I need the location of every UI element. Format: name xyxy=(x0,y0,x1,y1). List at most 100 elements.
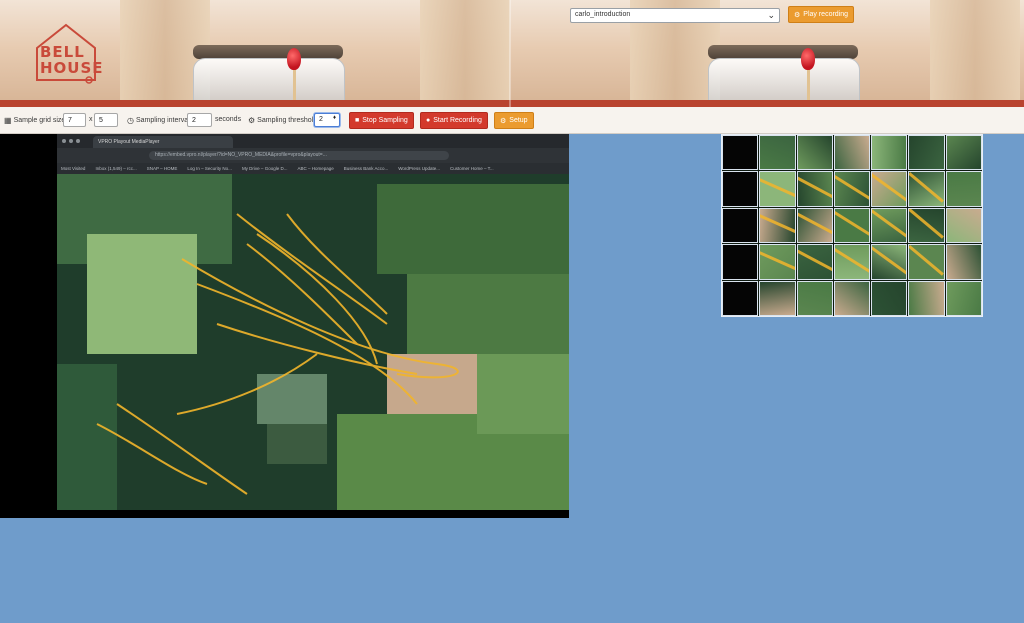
trail-stroke xyxy=(797,248,832,272)
sample-cell xyxy=(796,207,833,244)
gear-icon: ⚙ xyxy=(794,11,801,19)
header-banner: BELL HOUSE carlo_introduction ⌄ ⚙ Play r… xyxy=(0,0,1024,108)
stop-sampling-label: Stop Sampling xyxy=(362,117,408,124)
jar-lid xyxy=(708,45,858,59)
sample-cell xyxy=(759,280,796,316)
banner-shelf xyxy=(930,0,1020,107)
interval-label: Sampling interval xyxy=(135,117,190,124)
clock-icon: ◷ xyxy=(127,116,134,125)
grid-size-label: Sample grid size xyxy=(13,117,66,124)
grid-icon: ▦ xyxy=(4,116,12,125)
banner-divider xyxy=(509,0,511,107)
threshold-label: Sampling threshold xyxy=(257,117,318,124)
sample-cell xyxy=(759,207,796,244)
bookmark-item: Business Bank Acco... xyxy=(343,166,389,171)
sample-cell xyxy=(722,207,759,244)
trail-stroke xyxy=(760,176,795,198)
close-dot-icon xyxy=(62,139,66,143)
start-recording-button[interactable]: ● Start Recording xyxy=(420,112,488,129)
trail-stroke xyxy=(834,210,870,237)
sample-cell xyxy=(796,244,833,280)
sample-cell xyxy=(759,244,796,280)
gear-icon: ⚙ xyxy=(500,117,507,125)
banner-shelf xyxy=(420,0,510,107)
recording-select[interactable]: carlo_introduction ⌄ xyxy=(570,8,780,23)
sample-cell xyxy=(908,135,945,171)
logo-text-house: HOUSE xyxy=(40,59,104,77)
recording-select-value: carlo_introduction xyxy=(575,11,631,18)
record-icon: ● xyxy=(426,117,431,124)
play-recording-button[interactable]: ⚙ Play recording xyxy=(788,6,855,23)
threshold-label-group: ⚙ Sampling threshold xyxy=(248,116,317,125)
stepper-arrows-icon[interactable]: ♦ xyxy=(333,115,336,121)
sample-cell xyxy=(871,135,908,171)
trail-stroke xyxy=(872,209,907,238)
sample-cell xyxy=(945,207,982,244)
sample-cell xyxy=(833,207,871,244)
interval-input[interactable] xyxy=(187,113,212,127)
bookmark-item: ABC – Homepage xyxy=(297,166,334,171)
threshold-stepper[interactable]: 2 ♦ xyxy=(314,113,340,127)
sample-cell xyxy=(722,244,759,280)
trail-stroke xyxy=(834,247,870,274)
trail-stroke xyxy=(760,213,795,235)
sample-cell xyxy=(908,244,945,280)
sampling-toolbar: ▦ Sample grid size x ◷ Sampling interval… xyxy=(0,107,1024,134)
trail-stroke xyxy=(872,173,907,202)
sample-cell xyxy=(945,171,982,207)
trail-stroke xyxy=(909,208,944,240)
browser-tab-bar: VPRO Playout MediaPlayer xyxy=(57,134,569,148)
stop-sampling-button[interactable]: ■ Stop Sampling xyxy=(349,112,414,129)
sample-cell xyxy=(833,135,871,171)
aerial-map xyxy=(57,174,569,510)
trail-stroke xyxy=(909,245,944,276)
trail-stroke xyxy=(797,175,832,199)
bookmark-item: Inbox (1,549) – rcc... xyxy=(95,166,137,171)
sample-cell xyxy=(871,207,908,244)
setup-label: Setup xyxy=(509,117,528,124)
captured-browser-window: VPRO Playout MediaPlayer https://embed.v… xyxy=(57,134,569,510)
minimize-dot-icon xyxy=(69,139,73,143)
jar-lid xyxy=(193,45,343,59)
bookmark-item: Customer Home – T... xyxy=(449,166,494,171)
sample-cell xyxy=(833,171,871,207)
grid-size-label-group: ▦ Sample grid size xyxy=(4,116,65,125)
sample-cell xyxy=(871,244,908,280)
interval-unit: seconds xyxy=(215,116,242,123)
trail-stroke xyxy=(872,245,907,275)
browser-url: https://embed.vpro.nl/player/?id=NO_VPRO… xyxy=(149,151,449,160)
bookmark-item: My Drive – Google D... xyxy=(241,166,288,171)
sample-cell xyxy=(759,135,796,171)
interval-label-group: ◷ Sampling interval xyxy=(127,116,190,125)
sample-cell xyxy=(722,280,759,316)
match-head xyxy=(801,48,815,70)
sample-cell xyxy=(833,280,871,316)
sample-cell xyxy=(833,244,871,280)
sample-cell xyxy=(796,135,833,171)
gear-icon: ⚙ xyxy=(248,116,256,125)
grid-cols-input[interactable] xyxy=(63,113,86,127)
trail-stroke xyxy=(760,249,795,271)
sample-cell xyxy=(722,135,759,171)
browser-tab: VPRO Playout MediaPlayer xyxy=(93,136,233,148)
setup-button[interactable]: ⚙ Setup xyxy=(494,112,534,129)
trail-stroke xyxy=(797,211,832,236)
bookmark-item: WordPress Update... xyxy=(398,166,440,171)
sample-cell xyxy=(945,244,982,280)
sample-cell xyxy=(759,171,796,207)
grid-size-separator: x xyxy=(89,116,93,123)
sample-cell xyxy=(871,280,908,316)
logo-text-bell: BELL xyxy=(40,43,85,61)
sample-cell xyxy=(796,280,833,316)
chevron-down-icon: ⌄ xyxy=(767,10,775,20)
sample-cell xyxy=(908,280,945,316)
trail-stroke xyxy=(909,172,944,203)
video-camera-icon: ■ xyxy=(355,117,360,124)
start-recording-label: Start Recording xyxy=(433,117,482,124)
sample-cell xyxy=(871,171,908,207)
sample-cell xyxy=(945,280,982,316)
sampling-grid xyxy=(721,134,983,317)
play-recording-label: Play recording xyxy=(803,11,849,18)
grid-rows-input[interactable] xyxy=(94,113,118,127)
maximize-dot-icon xyxy=(76,139,80,143)
